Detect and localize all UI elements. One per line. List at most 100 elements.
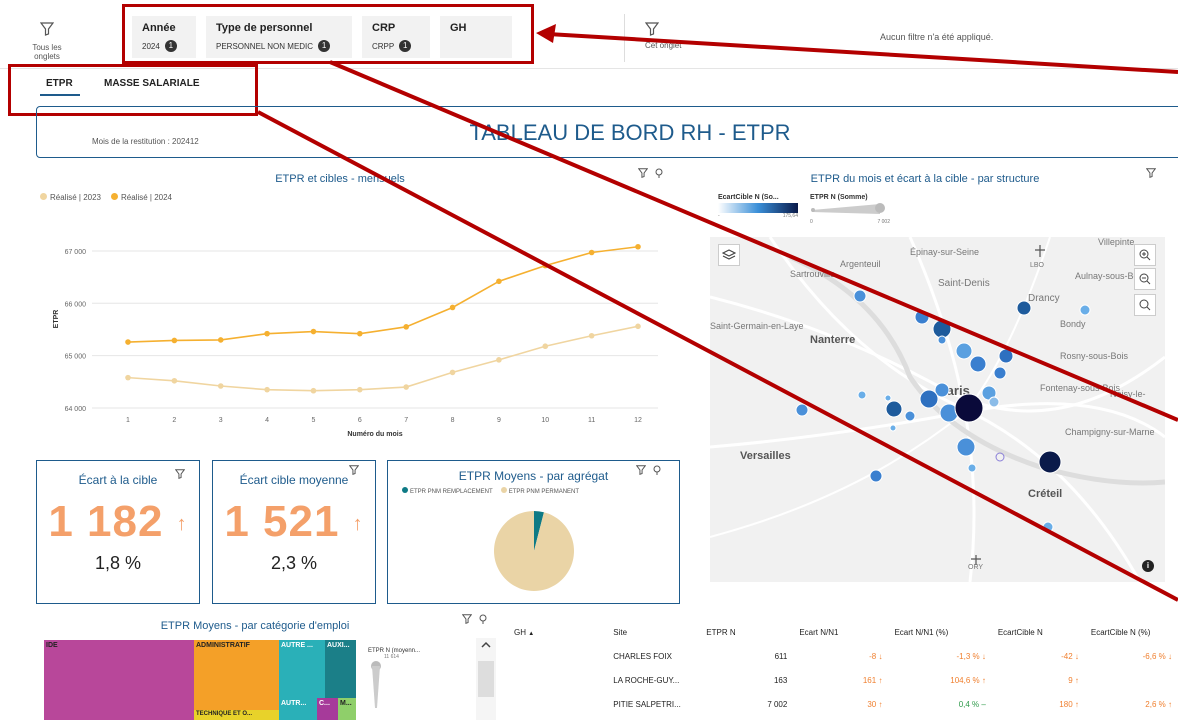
map-zoom-out-button[interactable] (1134, 268, 1156, 290)
treemap-cell-autre-1[interactable]: AUTRE ... (279, 640, 325, 698)
data-point (217, 337, 224, 343)
data-point (588, 332, 595, 339)
data-point (171, 377, 178, 384)
scroll-thumb[interactable] (478, 661, 494, 697)
map-legend-size: ETPR N (Somme) 07 002 (810, 194, 890, 225)
map-zoom-in-button[interactable] (1134, 244, 1156, 266)
all-tabs-label: Tous les onglets (32, 43, 62, 61)
place-label: Rosny-sous-Bois (1060, 351, 1129, 361)
kpi-value: 1 521 ↑ (224, 497, 364, 546)
data-point (357, 386, 363, 393)
kpi-card-ecart-cible-moyenne: Écart cible moyenne 1 521 ↑ 2,3 % (212, 460, 376, 604)
ecart-pct-cell: 104,6 % ↑ (950, 675, 986, 685)
data-point (449, 369, 456, 376)
x-axis-label: Numéro du mois (347, 431, 402, 438)
col-header-ecart-pct[interactable]: Ecart N/N1 (%) (888, 620, 991, 644)
data-point (403, 324, 409, 330)
map-search-button[interactable] (1134, 294, 1156, 316)
col-header-site[interactable]: Site (607, 620, 700, 644)
map-info-icon[interactable]: i (1142, 560, 1154, 572)
ecart-pct-cell: -1,3 % ↓ (956, 651, 986, 661)
data-point (635, 243, 641, 250)
treemap-cell-autre-2[interactable]: AUTR... (279, 698, 317, 720)
place-label: Argenteuil (840, 259, 881, 269)
place-label: Versailles (740, 450, 791, 462)
map-layers-button[interactable] (718, 244, 740, 266)
kpi-card-ecart-cible: Écart à la cible 1 182 ↑ 1,8 % (36, 460, 200, 604)
site-cell: PITIE SALPETRI... (613, 699, 681, 709)
line-chart-legend: Réalisé | 2023 Réalisé | 2024 (40, 193, 172, 202)
col-header-etpr[interactable]: ETPR N (700, 620, 793, 644)
legend-item-2024: Réalisé | 2024 (111, 193, 172, 202)
tab-masse-salariale[interactable]: MASSE SALARIALE (104, 78, 200, 89)
place-label: Noisy-le- (1110, 389, 1146, 399)
data-point (542, 343, 549, 350)
place-label: Fontenay-sous-Bois (1040, 383, 1121, 393)
ecart-cell: 30 ↑ (867, 699, 883, 709)
pie-slice[interactable] (494, 511, 574, 591)
y-tick-label: 65 000 (65, 354, 87, 361)
place-label: Bondy (1060, 319, 1086, 329)
table-row[interactable]: LA ROCHE-GUY... 163 161 ↑ 104,6 % ↑ 9 ↑ (508, 668, 1178, 692)
line-chart-pin-icon[interactable] (654, 168, 664, 178)
map-canvas[interactable]: Villepinte Épinay-sur-Seine Argenteuil S… (710, 237, 1165, 582)
place-label: Villepinte (1098, 237, 1134, 247)
chevron-up-icon (481, 641, 491, 648)
treemap-cell-c[interactable]: C... (317, 698, 338, 720)
tab-etpr[interactable]: ETPR (46, 78, 73, 89)
map-title: ETPR du mois et écart à la cible - par s… (810, 173, 1040, 185)
treemap-funnel-icon[interactable] (462, 614, 472, 624)
cible-cell: 180 ↑ (1059, 699, 1079, 709)
treemap-scrollbar[interactable] (476, 638, 496, 720)
x-tick-label: 8 (451, 417, 455, 424)
place-label: Créteil (1028, 488, 1062, 500)
search-icon (1139, 299, 1151, 311)
place-label: Nanterre (810, 334, 855, 346)
line-chart-title: ETPR et cibles - mensuels (275, 173, 405, 185)
site-table: GH ▲ Site ETPR N Ecart N/N1 Ecart N/N1 (… (508, 620, 1178, 716)
pie-chart (494, 511, 574, 591)
data-point (588, 249, 595, 256)
this-tab-filter[interactable]: Cet onglet (644, 22, 685, 50)
funnel-icon[interactable] (349, 465, 359, 475)
treemap-cell-m[interactable]: M... (338, 698, 356, 720)
line-chart: 64 00065 00066 00067 0001 2 3 4 5 6 7 8 9 10 11 12N… (53, 243, 658, 438)
map-funnel-icon[interactable] (1146, 168, 1156, 178)
this-tab-label: Cet onglet (645, 41, 682, 50)
annotation-box-filters (122, 4, 534, 64)
etpr-cell: 7 002 (767, 699, 788, 709)
place-label: Champigny-sur-Marne (1065, 427, 1155, 437)
data-point (125, 374, 131, 381)
table-row[interactable]: CHARLES FOIX 611 -8 ↓ -1,3 % ↓ -42 ↓ -6,… (508, 644, 1178, 668)
series-line (127, 325, 639, 392)
line-chart-funnel-icon[interactable] (638, 168, 648, 178)
data-point (264, 386, 270, 393)
col-header-ecart[interactable]: Ecart N/N1 (793, 620, 888, 644)
all-tabs-filter[interactable]: Tous les onglets (22, 22, 72, 61)
funnel-icon[interactable] (175, 469, 185, 479)
funnel-icon (644, 22, 660, 36)
table-row[interactable]: PITIE SALPETRI... 7 002 30 ↑ 0,4 % – 180… (508, 692, 1178, 716)
cible-cell: 9 ↑ (1068, 675, 1079, 685)
x-tick-label: 7 (404, 417, 408, 424)
cible-cell: -42 ↓ (1061, 651, 1079, 661)
etpr-cell: 611 (774, 651, 788, 661)
col-header-gh[interactable]: GH ▲ (508, 620, 607, 644)
restitution-label: Mois de la restitution : 202412 (92, 137, 199, 146)
treemap-pin-icon[interactable] (478, 614, 488, 624)
treemap-cell-auxi[interactable]: AUXI... (325, 640, 356, 698)
treemap-cell-ide[interactable]: IDE (44, 640, 194, 720)
funnel-icon[interactable] (636, 465, 646, 475)
no-filter-text: Aucun filtre n'a été appliqué. (880, 32, 994, 42)
x-tick-label: 12 (634, 417, 642, 424)
zoom-out-icon (1139, 273, 1151, 285)
treemap-cell-administratif[interactable]: ADMINISTRATIF (194, 640, 279, 710)
pin-icon[interactable] (652, 465, 662, 475)
site-cell: LA ROCHE-GUY... (613, 675, 680, 685)
col-header-ecart-cible[interactable]: EcartCible N (992, 620, 1085, 644)
treemap: IDE ADMINISTRATIF TECHNIQUE ET O... AUTR… (44, 640, 356, 720)
treemap-cell-technique[interactable]: TECHNIQUE ET O... (194, 710, 279, 720)
kpi-value: 1 182 ↑ (48, 497, 188, 546)
col-header-ecart-cible-pct[interactable]: EcartCible N (%) (1085, 620, 1178, 644)
x-tick-label: 9 (497, 417, 501, 424)
